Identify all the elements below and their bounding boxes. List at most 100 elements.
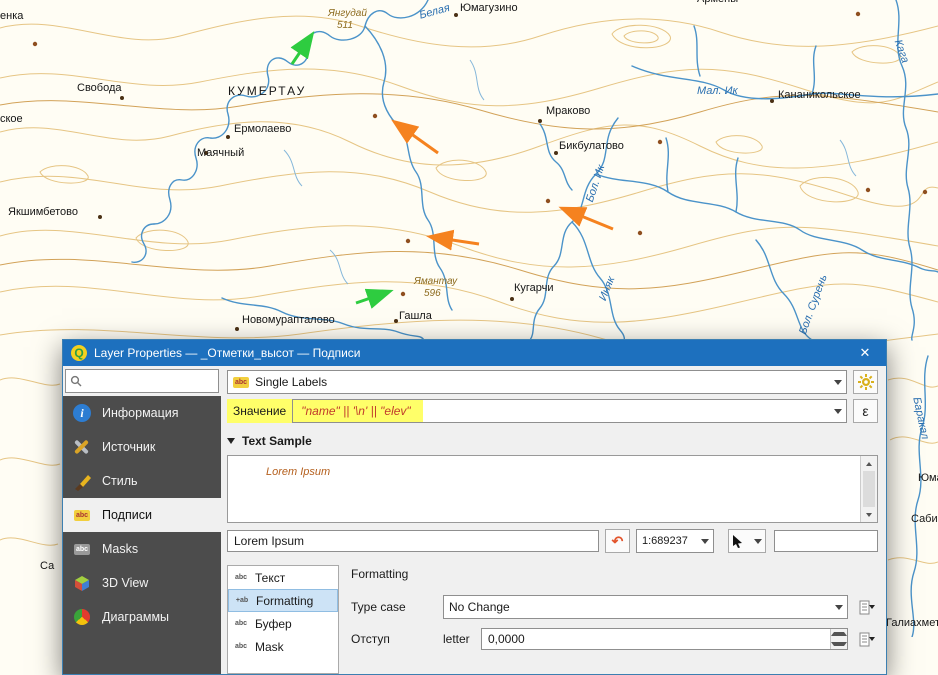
sample-text-input[interactable]: Lorem Ipsum — [227, 530, 599, 552]
tab-label: Буфер — [255, 617, 292, 631]
map-label: Бикбулатово — [559, 140, 624, 152]
preview-scale-select[interactable]: 1:689237 — [636, 529, 714, 553]
chevron-down-icon — [830, 400, 846, 422]
sidebar-item-source[interactable]: Источник — [63, 430, 221, 464]
label-expression-select[interactable]: "name" || '\n' || "elev" — [292, 399, 847, 423]
gear-icon — [858, 374, 874, 390]
label-settings-tabs: abc Текст +ab Formatting abc Буфер abc M… — [227, 565, 339, 674]
labels-abc-icon: abc — [71, 504, 93, 526]
data-defined-override-icon — [859, 632, 875, 647]
tab-label: Текст — [255, 571, 285, 585]
spin-up-icon[interactable] — [831, 629, 847, 639]
preview-scrollbar[interactable] — [860, 456, 877, 522]
map-label: Саби — [911, 513, 938, 525]
tab-mask[interactable]: abc Mask — [228, 635, 338, 658]
map-label: ское — [0, 113, 23, 125]
sidebar-item-label: Источник — [102, 440, 155, 454]
map-label: 511 — [337, 20, 353, 31]
automated-placement-button[interactable] — [853, 370, 878, 394]
type-case-label: Type case — [351, 600, 443, 614]
chevron-down-icon — [697, 530, 713, 552]
orange-arrow — [396, 123, 438, 153]
paintbrush-icon — [71, 470, 93, 492]
sidebar-item-label: Диаграммы — [102, 610, 169, 624]
layer-properties-dialog: Q Layer Properties — _Отметки_высот — По… — [62, 339, 887, 675]
index-contour-lines — [0, 94, 938, 289]
reset-sample-button[interactable]: ↶ — [605, 529, 630, 553]
map-label: Галиахметово — [886, 617, 938, 629]
sidebar-item-style[interactable]: Стиль — [63, 464, 221, 498]
dialog-titlebar[interactable]: Q Layer Properties — _Отметки_высот — По… — [63, 340, 886, 366]
sidebar-item-label: Подписи — [102, 508, 152, 522]
text-sample-collapser[interactable]: Text Sample — [227, 433, 878, 449]
tab-text[interactable]: abc Текст — [228, 566, 338, 589]
epsilon-icon: ε — [862, 403, 868, 419]
map-label: Свобода — [77, 82, 122, 94]
map-label: Са — [40, 560, 54, 572]
set-scale-from-canvas-button[interactable] — [728, 529, 766, 553]
pie-chart-icon — [71, 606, 93, 628]
abc-icon: abc — [232, 574, 250, 581]
map-label: Якшимбетово — [8, 206, 78, 218]
formatting-panel-title: Formatting — [351, 567, 878, 581]
letter-spacing-spinner[interactable]: 0,0000 — [481, 628, 848, 650]
cube-3d-icon — [71, 572, 93, 594]
abc-icon: abc — [232, 620, 250, 627]
sidebar-item-masks[interactable]: abc Masks — [63, 532, 221, 566]
chevron-down-icon — [830, 371, 846, 393]
data-defined-override-button[interactable] — [856, 629, 878, 649]
sidebar-item-information[interactable]: i Информация — [63, 396, 221, 430]
spinner-buttons[interactable] — [830, 629, 847, 649]
tab-label: Mask — [255, 640, 284, 654]
scroll-up-icon[interactable] — [861, 456, 877, 471]
labeling-mode-value: Single Labels — [255, 375, 327, 389]
spin-down-icon[interactable] — [831, 639, 847, 649]
map-label: Гашла — [399, 310, 432, 322]
text-sample-title: Text Sample — [242, 434, 312, 448]
type-case-select[interactable]: No Change — [443, 595, 848, 619]
map-label: Мраково — [546, 105, 590, 117]
data-defined-override-button[interactable] — [856, 597, 878, 617]
scroll-down-icon[interactable] — [861, 507, 877, 522]
map-label: Новомурапталово — [242, 314, 335, 326]
data-defined-override-icon — [859, 600, 875, 615]
tab-formatting[interactable]: +ab Formatting — [228, 589, 338, 612]
letter-spacing-label: letter — [443, 632, 481, 646]
masks-abc-icon: abc — [71, 538, 93, 560]
search-input[interactable] — [86, 373, 214, 389]
undo-arrow-icon: ↶ — [612, 533, 624, 550]
map-label: Маячный — [197, 147, 244, 159]
tab-buffer[interactable]: abc Буфер — [228, 612, 338, 635]
qgis-logo-icon: Q — [71, 345, 87, 361]
tools-icon — [71, 436, 93, 458]
scrollbar-thumb[interactable] — [863, 471, 875, 507]
text-sample-preview: Lorem Ipsum — [227, 455, 878, 523]
sidebar-item-label: 3D View — [102, 576, 148, 590]
sidebar-item-3d-view[interactable]: 3D View — [63, 566, 221, 600]
dialog-title: Layer Properties — _Отметки_высот — Подп… — [94, 346, 841, 360]
orange-arrow — [432, 237, 479, 244]
sidebar-item-label: Стиль — [102, 474, 138, 488]
map-label: Кананикольское — [778, 89, 861, 101]
map-label: КУМЕРТАУ — [228, 84, 306, 98]
sidebar-item-labels[interactable]: abc Подписи — [63, 498, 221, 532]
letter-spacing-value: 0,0000 — [482, 629, 830, 649]
expression-builder-button[interactable]: ε — [853, 399, 878, 423]
type-case-value: No Change — [449, 600, 510, 614]
chevron-down-icon — [831, 596, 847, 618]
value-label: Значение — [227, 399, 292, 423]
green-arrow — [356, 292, 388, 303]
preview-background-field[interactable] — [774, 530, 878, 552]
map-label: Юма — [918, 472, 938, 484]
map-label: Янгудай — [328, 8, 367, 19]
map-label: Армены — [697, 0, 738, 5]
close-button[interactable]: ✕ — [848, 345, 882, 361]
tab-label: Formatting — [256, 594, 313, 608]
spacing-label: Отступ — [351, 632, 443, 646]
search-box[interactable] — [65, 369, 219, 393]
labeling-mode-select[interactable]: abc Single Labels — [227, 370, 847, 394]
elevation-point-dots — [33, 12, 927, 296]
expression-text: "name" || '\n' || "elev" — [293, 400, 422, 422]
sidebar-item-diagrams[interactable]: Диаграммы — [63, 600, 221, 634]
annotation-arrows — [292, 36, 613, 303]
